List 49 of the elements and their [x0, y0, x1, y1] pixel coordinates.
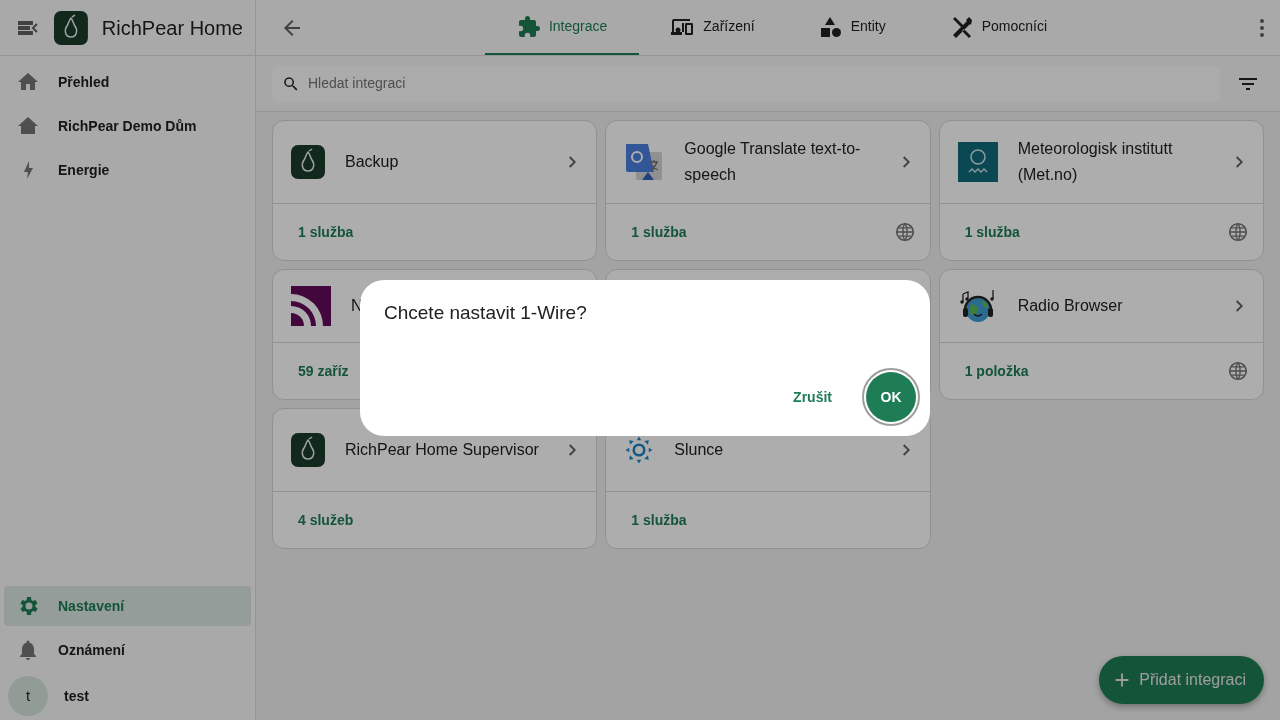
ok-button[interactable]: OK	[866, 372, 916, 422]
more-icon	[1260, 19, 1264, 38]
tab[interactable]: Zařízení	[639, 0, 787, 55]
tab[interactable]: Pomocníci	[917, 0, 1080, 55]
entry-count-link[interactable]: 4 služeb	[298, 509, 354, 531]
sidebar-item[interactable]: RichPear Demo Dům	[4, 106, 251, 146]
sidebar-item[interactable]: Oznámení	[4, 630, 251, 670]
search-icon	[282, 74, 300, 93]
integration-card[interactable]: Meteorologisk institutt (Met.no) 1 služba	[938, 120, 1264, 261]
integration-title: Meteorologisk institutt (Met.no)	[1017, 139, 1174, 185]
app-title: RichPear Home	[101, 15, 243, 41]
integration-card[interactable]: Backup 1 služba	[272, 120, 598, 261]
chevron-icon	[1236, 300, 1243, 312]
pear-logo-icon	[291, 145, 325, 179]
pear-logo-icon	[291, 433, 325, 467]
globe-icon	[1227, 221, 1249, 243]
sun-icon	[624, 435, 655, 465]
search-field[interactable]: Hledat integraci	[272, 64, 1220, 103]
integration-title: Google Translate text-to-speech	[684, 139, 862, 185]
user-avatar[interactable]: t	[8, 676, 48, 716]
puzzle-icon	[516, 14, 541, 39]
integration-card[interactable]: Google Translate text-to-speech 1 služba	[605, 120, 931, 261]
integration-card[interactable]: Radio Browser 1 položka	[938, 269, 1264, 400]
pear-logo-icon	[53, 10, 88, 45]
integration-title: Backup	[345, 152, 400, 172]
entry-count-link[interactable]: 1 služba	[631, 221, 687, 243]
sidebar-item[interactable]: Energie	[4, 150, 251, 190]
signal-logo-icon	[291, 286, 331, 326]
dialog-title: Chcete nastavit 1-Wire?	[384, 302, 588, 325]
chevron-icon	[569, 156, 577, 168]
circle-logo-icon	[957, 142, 998, 182]
tab[interactable]: Entity	[786, 0, 918, 55]
translate-logo-icon	[624, 142, 665, 182]
sidebar-item[interactable]: Přehled	[4, 62, 251, 102]
entry-count-link[interactable]: 1 položka	[964, 360, 1029, 382]
user-name: test	[64, 686, 89, 706]
entry-count-link[interactable]: 1 služba	[964, 221, 1020, 243]
chevron-icon	[569, 444, 577, 456]
entry-count-link[interactable]: 59 zaříz	[298, 360, 349, 382]
globe-icon	[893, 221, 916, 243]
integration-title: RichPear Home Supervisor	[345, 440, 540, 460]
integration-title: Slunce	[674, 440, 725, 460]
globe-icon	[1227, 360, 1249, 382]
chevron-icon	[902, 156, 910, 168]
integration-title: Radio Browser	[1017, 296, 1124, 316]
entry-count-link[interactable]: 1 služba	[298, 221, 354, 243]
chevron-icon	[902, 444, 910, 456]
chevron-icon	[1236, 156, 1243, 168]
entry-count-link[interactable]: 1 služba	[631, 509, 687, 531]
